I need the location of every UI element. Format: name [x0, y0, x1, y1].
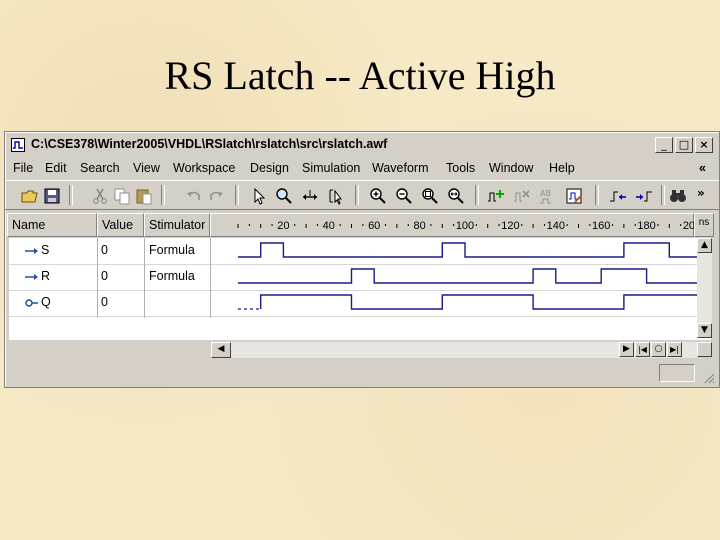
menu-design[interactable]: Design	[250, 161, 289, 175]
signal-stimulator: Formula	[149, 269, 195, 283]
waveform-S[interactable]	[238, 242, 697, 258]
minimize-button[interactable]: _	[655, 137, 673, 153]
toolbar-separator	[595, 185, 599, 205]
measure-icon[interactable]	[301, 187, 319, 205]
ruler-tick-label: 20	[277, 220, 289, 232]
select-pointer-icon[interactable]	[251, 187, 269, 205]
toolbar-separator	[69, 185, 73, 205]
menu-search[interactable]: Search	[80, 161, 120, 175]
signal-value: 0	[101, 269, 108, 283]
edit-signal-icon[interactable]	[565, 187, 583, 205]
menu-overflow-chevron[interactable]: «	[699, 161, 706, 175]
zoom-out-icon[interactable]	[395, 187, 413, 205]
zoom-in-icon[interactable]	[369, 187, 387, 205]
zoom-fit-icon[interactable]	[447, 187, 465, 205]
toolbar: AB »	[5, 180, 719, 210]
signal-name: R	[41, 269, 51, 283]
remove-signal-icon[interactable]	[513, 187, 531, 205]
ruler-tick-label: 80	[413, 220, 425, 232]
signal-stimulator: Formula	[149, 243, 195, 257]
ruler-tick-label: 120	[501, 220, 519, 232]
scroll-down-button[interactable]: ▼	[697, 323, 712, 338]
input-port-icon	[25, 274, 38, 280]
ruler-tick-label: 60	[368, 220, 380, 232]
signal-value: 0	[101, 243, 108, 257]
signal-name: Q	[41, 295, 51, 309]
signal-name: S	[41, 243, 50, 257]
ruler-tick-label: 140	[547, 220, 565, 232]
cut-icon[interactable]	[91, 187, 109, 205]
column-header-value[interactable]: Value	[97, 213, 144, 237]
previous-edge-icon[interactable]	[609, 187, 627, 205]
waveform-R[interactable]	[238, 268, 697, 284]
toolbar-separator	[161, 185, 165, 205]
waveform-Q[interactable]	[260, 294, 697, 310]
svg-text:AB: AB	[540, 189, 551, 198]
select-bracket-icon[interactable]	[327, 187, 345, 205]
column-header-name[interactable]: Name	[7, 213, 97, 237]
time-ruler: 20406080100120140160180200	[210, 213, 695, 237]
menu-help[interactable]: Help	[549, 161, 575, 175]
slide-title: RS Latch -- Active High	[164, 53, 556, 98]
signal-grid: S 0 Formula R 0 Formula Q 0	[9, 238, 711, 340]
menu-workspace[interactable]: Workspace	[173, 161, 235, 175]
stop-button[interactable]: ○	[651, 342, 666, 357]
toolbar-separator	[475, 185, 479, 205]
paste-icon[interactable]	[135, 187, 153, 205]
title-bar[interactable]: C:\CSE378\Winter2005\VHDL\RSlatch\rslatc…	[7, 134, 717, 156]
add-signal-icon[interactable]	[487, 187, 505, 205]
signal-value: 0	[101, 295, 108, 309]
ruler-tick-label: 180	[637, 220, 655, 232]
resize-grip-icon[interactable]	[703, 372, 715, 384]
maximize-button[interactable]: □	[675, 137, 693, 153]
zoom-region-icon[interactable]	[421, 187, 439, 205]
output-port-icon	[25, 299, 38, 307]
menu-simulation[interactable]: Simulation	[302, 161, 360, 175]
scroll-right-button[interactable]: ▶	[619, 342, 634, 357]
menu-file[interactable]: File	[13, 161, 33, 175]
toolbar-separator	[235, 185, 239, 205]
vertical-scrollbar-track[interactable]	[697, 253, 712, 323]
menu-edit[interactable]: Edit	[45, 161, 67, 175]
copy-icon[interactable]	[113, 187, 131, 205]
menu-view[interactable]: View	[133, 161, 160, 175]
zoom-icon[interactable]	[275, 187, 293, 205]
open-folder-icon[interactable]	[21, 187, 39, 205]
column-header-stimulator[interactable]: Stimulator	[144, 213, 210, 237]
go-to-start-button[interactable]: |◀	[635, 342, 650, 357]
toolbar-separator	[661, 185, 665, 205]
scroll-up-button[interactable]: ▲	[697, 238, 712, 253]
undo-icon[interactable]	[185, 187, 203, 205]
waveform-editor-window: C:\CSE378\Winter2005\VHDL\RSlatch\rslatc…	[4, 131, 720, 388]
save-icon[interactable]	[43, 187, 61, 205]
close-button[interactable]: ×	[695, 137, 713, 153]
menu-bar: File Edit Search View Workspace Design S…	[5, 158, 719, 178]
menu-tools[interactable]: Tools	[446, 161, 475, 175]
menu-waveform[interactable]: Waveform	[372, 161, 429, 175]
rename-signal-icon[interactable]: AB	[539, 187, 557, 205]
scroll-corner	[697, 342, 712, 357]
toolbar-separator	[355, 185, 359, 205]
ruler-tick-label: 40	[323, 220, 335, 232]
scroll-left-button[interactable]: ◀	[211, 342, 231, 358]
time-unit: ns	[694, 213, 714, 237]
toolbar-overflow-chevron[interactable]: »	[697, 186, 705, 200]
find-binoculars-icon[interactable]	[669, 187, 687, 205]
waveform-app-icon	[11, 138, 25, 152]
ruler-tick-label: 100	[456, 220, 474, 232]
status-field	[659, 364, 695, 382]
window-title: C:\CSE378\Winter2005\VHDL\RSlatch\rslatc…	[31, 137, 388, 151]
next-edge-icon[interactable]	[635, 187, 653, 205]
input-port-icon	[25, 248, 38, 254]
ruler-tick-label: 160	[592, 220, 610, 232]
go-to-end-button[interactable]: ▶|	[667, 342, 682, 357]
redo-icon[interactable]	[207, 187, 225, 205]
menu-window[interactable]: Window	[489, 161, 533, 175]
